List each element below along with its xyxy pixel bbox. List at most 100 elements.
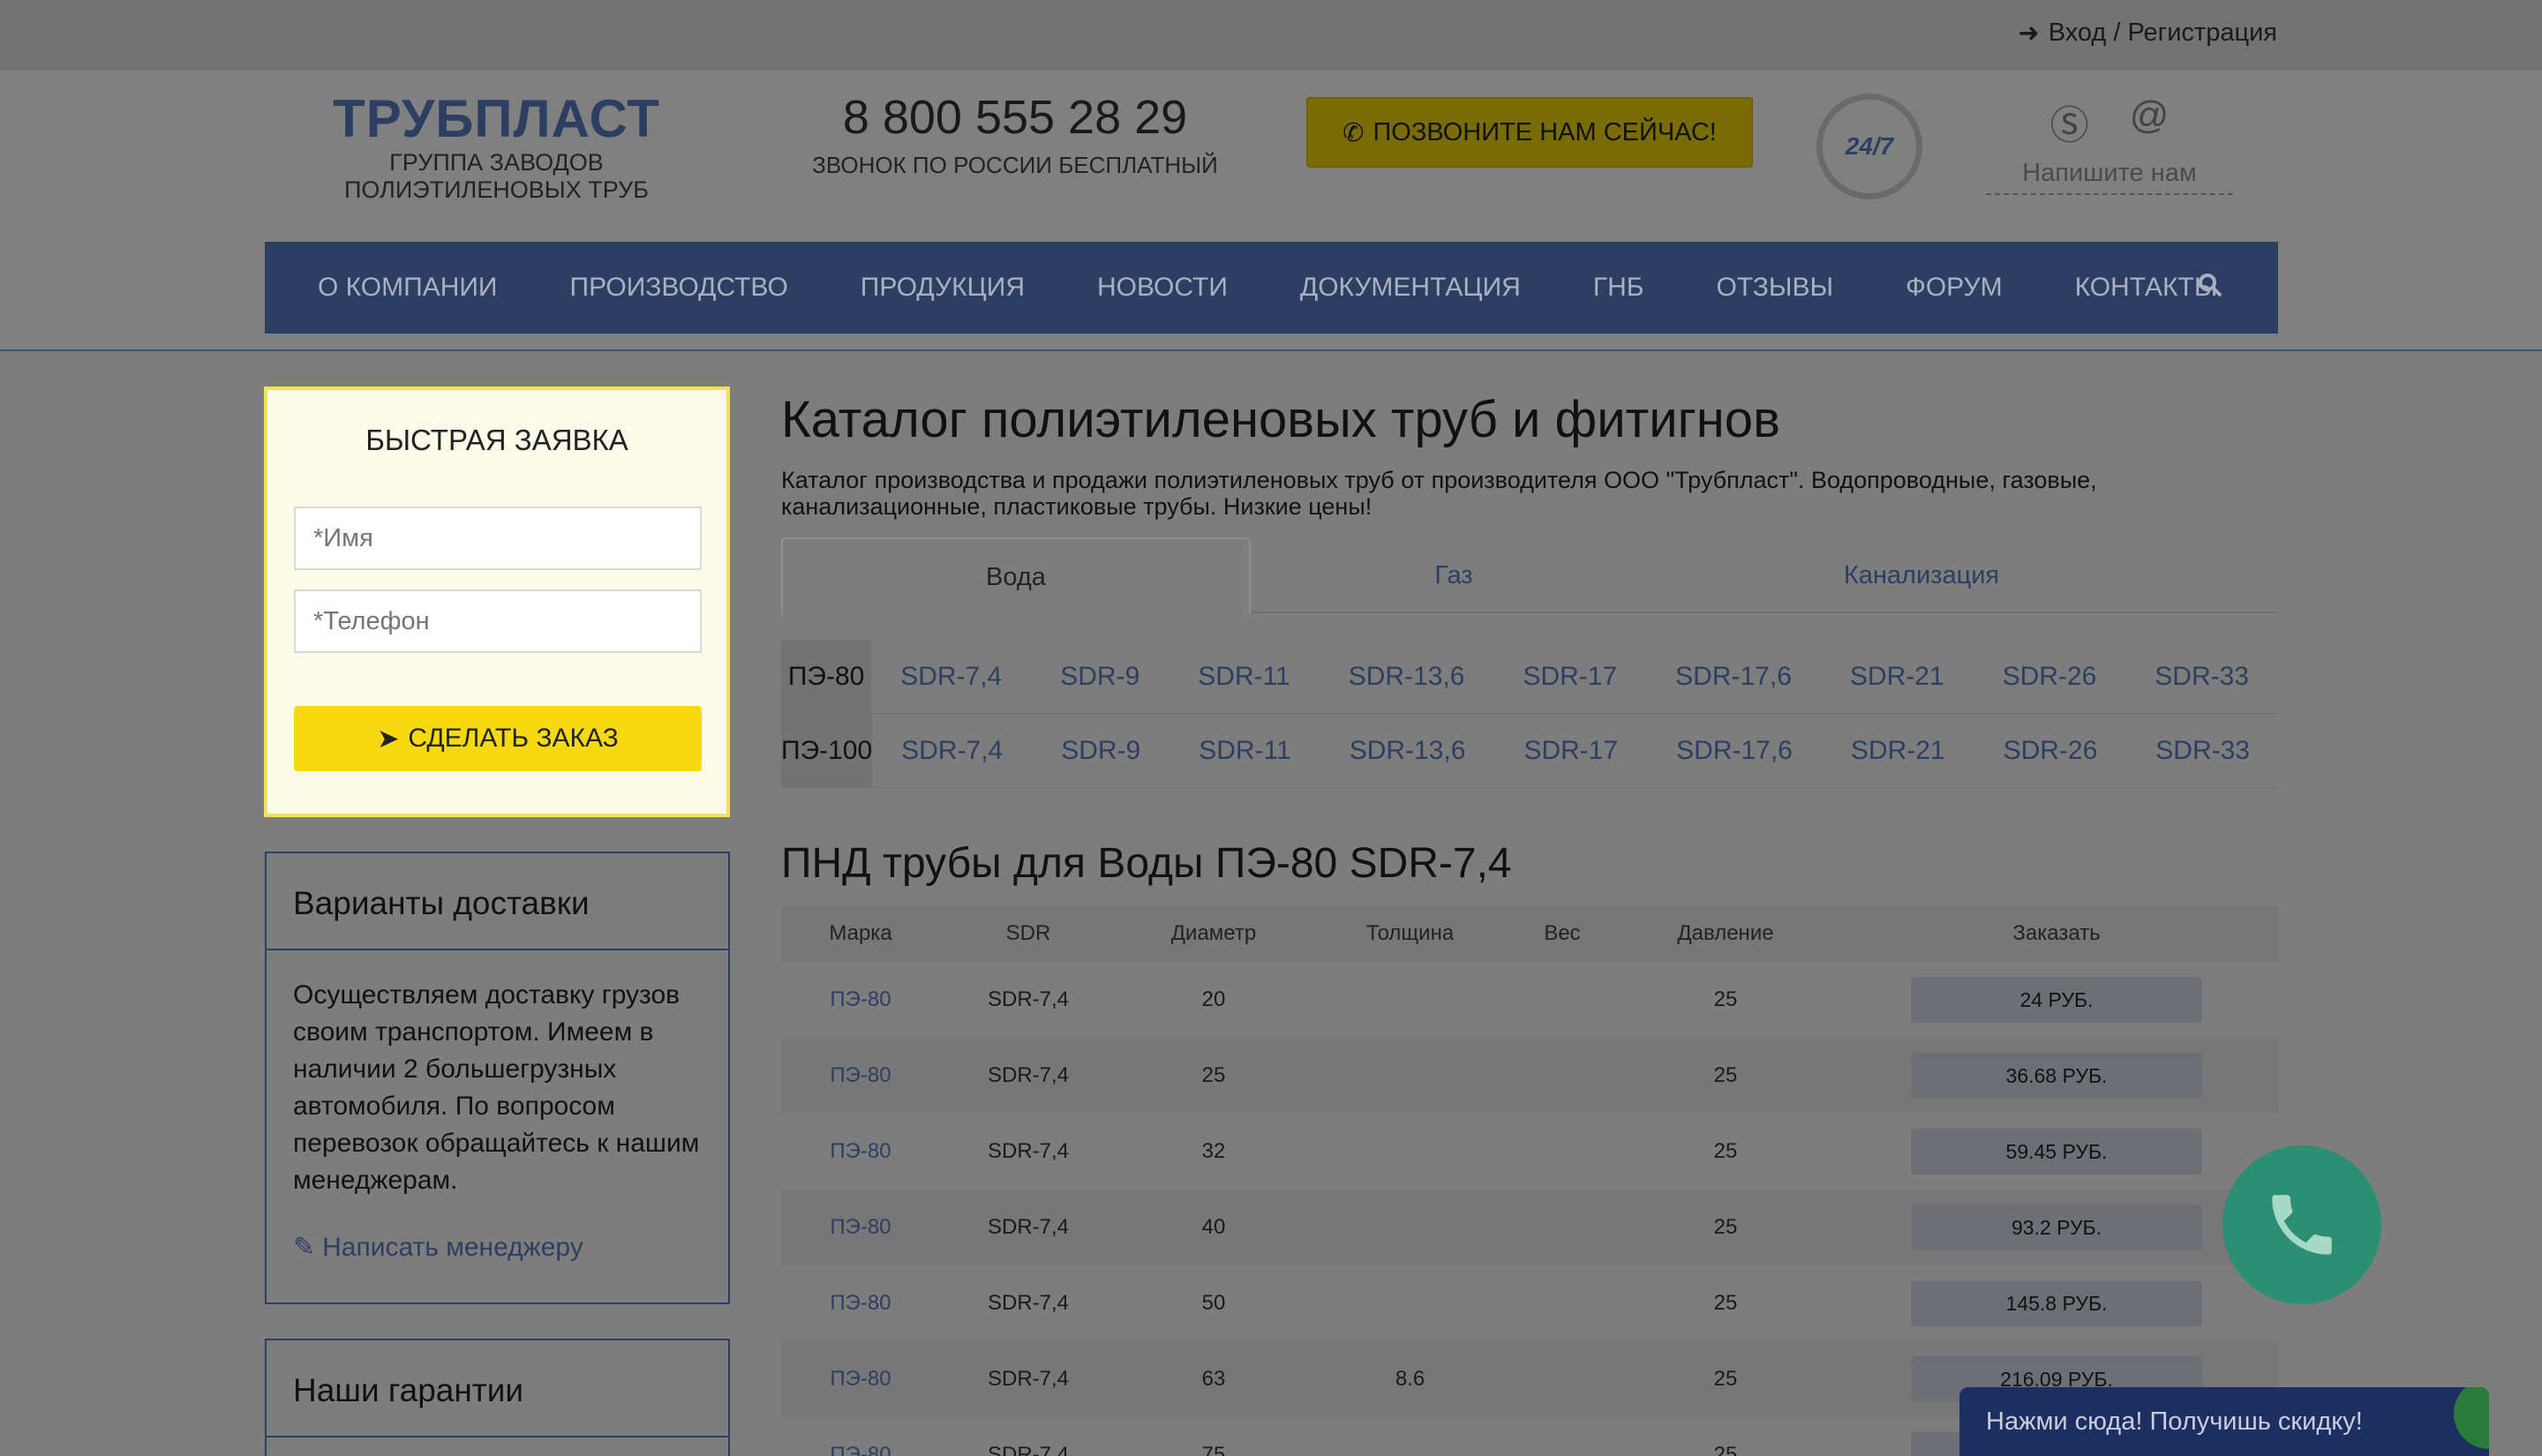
table-cell: 25 (1713, 987, 1738, 1011)
table-cell: 25 (1713, 1063, 1738, 1087)
sdr-link[interactable]: SDR-13,6 (1349, 662, 1465, 692)
table-cell: SDR-7,4 (987, 1139, 1070, 1163)
order-price-button[interactable]: 93.2 РУБ. (1911, 1205, 2202, 1250)
order-cell: 24 РУБ. (1836, 977, 2277, 1023)
sdr-link[interactable]: SDR-17 (1523, 736, 1618, 766)
section-title: ПНД трубы для Воды ПЭ-80 SDR-7,4 (781, 840, 1512, 887)
grade-link[interactable]: ПЭ-80 (781, 987, 940, 1012)
table-cell: 50 (1201, 1291, 1226, 1315)
discount-banner[interactable]: Нажми сюда! Получишь скидку! (1959, 1387, 2489, 1456)
discount-label: Нажми сюда! Получишь скидку! (1986, 1407, 2363, 1436)
sdr-link[interactable]: SDR-17,6 (1676, 736, 1793, 766)
sdr-link[interactable]: SDR-13,6 (1350, 736, 1466, 766)
category-tabs: Вода Газ Канализация (781, 537, 2278, 615)
phone-number[interactable]: 8 800 555 28 29 (794, 90, 1236, 145)
top-bar: ➜ Вход / Регистрация (0, 0, 2542, 71)
page-title: Каталог полиэтиленовых труб и фитигнов (781, 391, 1780, 448)
skype-icon[interactable]: Ⓢ (2050, 94, 2089, 150)
table-cell: 40 (1201, 1215, 1226, 1239)
submit-order-button[interactable]: ➤ СДЕЛАТЬ ЗАКАЗ (294, 706, 702, 771)
table-row: ПЭ-80 SDR-7,4 40 25 93.2 РУБ. (781, 1190, 2278, 1265)
grade-link[interactable]: ПЭ-80 (781, 1139, 940, 1164)
sdr-link[interactable]: SDR-17 (1523, 662, 1617, 692)
order-price-button[interactable]: 59.45 РУБ. (1911, 1129, 2202, 1175)
phone-block: 8 800 555 28 29 ЗВОНОК ПО РОССИИ БЕСПЛАТ… (794, 90, 1236, 179)
grade-link[interactable]: ПЭ-80 (781, 1215, 940, 1240)
nav-item-production[interactable]: ПРОИЗВОДСТВО (570, 273, 788, 303)
sdr-link[interactable]: SDR-9 (1061, 736, 1140, 766)
table-cell: 8.6 (1395, 1367, 1425, 1391)
callback-phone-button[interactable] (2222, 1145, 2381, 1304)
sdr-link[interactable]: SDR-26 (2004, 736, 2098, 766)
nav-item-docs[interactable]: ДОКУМЕНТАЦИЯ (1300, 273, 1521, 303)
table-cell: SDR-7,4 (987, 1215, 1070, 1239)
quick-order-form: БЫСТРАЯ ЗАЯВКА ➤ СДЕЛАТЬ ЗАКАЗ (264, 387, 730, 817)
login-link[interactable]: ➜ Вход / Регистрация (2018, 18, 2277, 49)
submit-order-label: СДЕЛАТЬ ЗАКАЗ (408, 724, 619, 753)
table-cell: 25 (1713, 1443, 1738, 1456)
sdr-filter: ПЭ-80 SDR-7,4 SDR-9 SDR-11 SDR-13,6 SDR-17 SDR… (781, 639, 2278, 788)
order-cell: 145.8 РУБ. (1836, 1280, 2277, 1326)
sdr-row-label: ПЭ-80 (781, 639, 872, 714)
order-price-button[interactable]: 24 РУБ. (1911, 977, 2202, 1023)
tab-sewer[interactable]: Канализация (1657, 537, 2186, 613)
grade-link[interactable]: ПЭ-80 (781, 1063, 940, 1088)
contact-block: Ⓢ @ Напишите нам (1986, 94, 2233, 195)
tab-gas[interactable]: Газ (1251, 537, 1657, 613)
nav-item-news[interactable]: НОВОСТИ (1097, 273, 1228, 303)
sdr-link[interactable]: SDR-33 (2155, 736, 2250, 766)
phone-input[interactable] (294, 589, 702, 653)
table-cell: 75 (1201, 1443, 1226, 1456)
guarantee-title: Наши гарантии (267, 1340, 728, 1437)
table-cell: SDR-7,4 (987, 1367, 1070, 1391)
grade-link[interactable]: ПЭ-80 (781, 1443, 940, 1456)
sdr-link[interactable]: SDR-21 (1850, 662, 1944, 692)
sdr-link[interactable]: SDR-9 (1060, 662, 1139, 692)
sdr-row: ПЭ-100 SDR-7,4 SDR-9 SDR-11 SDR-13,6 SDR-17 SD… (781, 713, 2278, 788)
quick-order-title: БЫСТРАЯ ЗАЯВКА (365, 424, 628, 456)
sdr-link[interactable]: SDR-11 (1199, 736, 1290, 766)
name-input[interactable] (294, 507, 702, 570)
sdr-link[interactable]: SDR-11 (1198, 662, 1290, 692)
sdr-link[interactable]: SDR-21 (1851, 736, 1945, 766)
table-cell: 25 (1713, 1215, 1738, 1239)
pencil-icon: ✎ (293, 1233, 316, 1262)
tab-water[interactable]: Вода (781, 537, 1251, 615)
write-manager-link[interactable]: ✎ Написать менеджеру (293, 1229, 702, 1266)
site-logo[interactable]: ТРУБПЛАСТ ГРУППА ЗАВОДОВ ПОЛИЭТИЛЕНОВЫХ … (291, 88, 702, 204)
sdr-link[interactable]: SDR-33 (2155, 662, 2249, 692)
table-row: ПЭ-80 SDR-7,4 50 25 145.8 РУБ. (781, 1265, 2278, 1341)
clock-24-7-icon: 24/7 (1816, 94, 1922, 199)
sdr-link[interactable]: SDR-7,4 (900, 662, 1002, 692)
sdr-row: ПЭ-80 SDR-7,4 SDR-9 SDR-11 SDR-13,6 SDR-17 SDR… (781, 639, 2278, 714)
table-row: ПЭ-80 SDR-7,4 32 25 59.45 РУБ. (781, 1114, 2278, 1190)
nav-item-reviews[interactable]: ОТЗЫВЫ (1716, 273, 1833, 303)
sdr-link[interactable]: SDR-7,4 (901, 736, 1003, 766)
order-cell: 93.2 РУБ. (1836, 1205, 2277, 1250)
table-cell: SDR-7,4 (987, 987, 1070, 1011)
nav-item-gnb[interactable]: ГНБ (1593, 273, 1644, 303)
phone-icon (2272, 1195, 2332, 1255)
col-header: Давление (1677, 921, 1774, 945)
delivery-card: Варианты доставки Осуществляем доставку … (265, 852, 730, 1304)
order-price-button[interactable]: 36.68 РУБ. (1911, 1053, 2202, 1099)
login-label: Вход / Регистрация (2048, 19, 2277, 47)
write-us-link[interactable]: Напишите нам (1986, 159, 2233, 195)
table-cell: 25 (1713, 1367, 1738, 1391)
logo-sub-1: ГРУППА ЗАВОДОВ (389, 149, 604, 176)
delivery-text: Осуществляем доставку грузов своим транс… (293, 980, 700, 1195)
order-price-button[interactable]: 145.8 РУБ. (1911, 1280, 2202, 1326)
search-icon[interactable] (2197, 272, 2223, 305)
main-content: Каталог полиэтиленовых труб и фитигнов К… (781, 387, 2278, 1456)
col-header: SDR (1005, 921, 1051, 945)
at-icon[interactable]: @ (2130, 94, 2170, 150)
nav-item-forum[interactable]: ФОРУМ (1906, 273, 2003, 303)
col-header: Заказать (2012, 921, 2101, 945)
nav-item-about[interactable]: О КОМПАНИИ (318, 273, 498, 303)
sdr-link[interactable]: SDR-26 (2003, 662, 2097, 692)
sdr-link[interactable]: SDR-17,6 (1675, 662, 1792, 692)
nav-item-products[interactable]: ПРОДУКЦИЯ (861, 273, 1025, 303)
call-us-button[interactable]: ✆ ПОЗВОНИТЕ НАМ СЕЙЧАС! (1306, 97, 1753, 168)
grade-link[interactable]: ПЭ-80 (781, 1291, 940, 1316)
grade-link[interactable]: ПЭ-80 (781, 1367, 940, 1392)
